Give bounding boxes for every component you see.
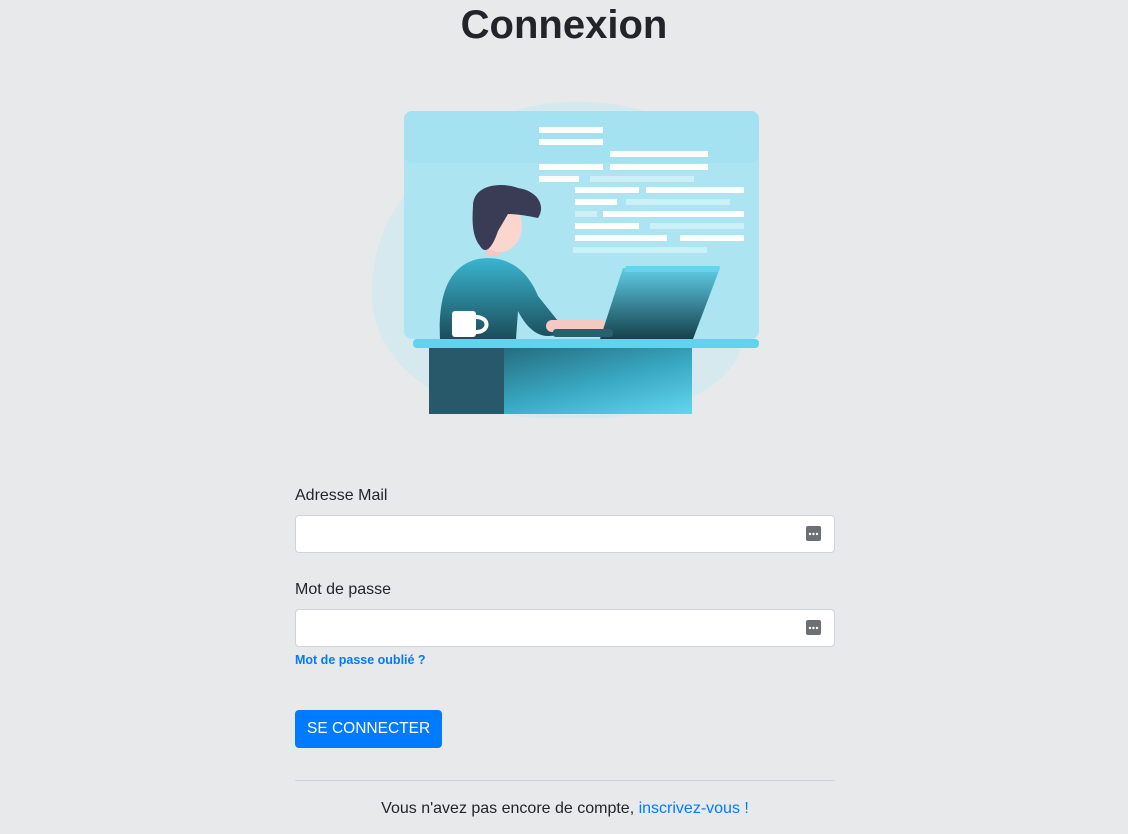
keyboard-icon[interactable]: [806, 620, 821, 635]
email-field-wrapper: [295, 515, 835, 553]
password-field-wrapper: [295, 609, 835, 647]
email-field[interactable]: [296, 516, 834, 552]
password-label: Mot de passe: [295, 581, 392, 598]
signup-prompt: Vous n'avez pas encore de compte, inscri…: [295, 799, 835, 819]
password-field[interactable]: [296, 610, 834, 646]
divider: [295, 780, 835, 781]
signup-link[interactable]: inscrivez-vous !: [639, 800, 749, 817]
page-title: Connexion: [460, 3, 668, 47]
keyboard-icon[interactable]: [806, 526, 821, 541]
login-button[interactable]: SE CONNECTER: [295, 710, 443, 748]
no-account-text: Vous n'avez pas encore de compte,: [381, 800, 639, 817]
person-at-laptop-illustration: [371, 101, 759, 418]
forgot-password-link[interactable]: Mot de passe oublié ?: [295, 652, 426, 668]
email-label: Adresse Mail: [295, 487, 388, 504]
